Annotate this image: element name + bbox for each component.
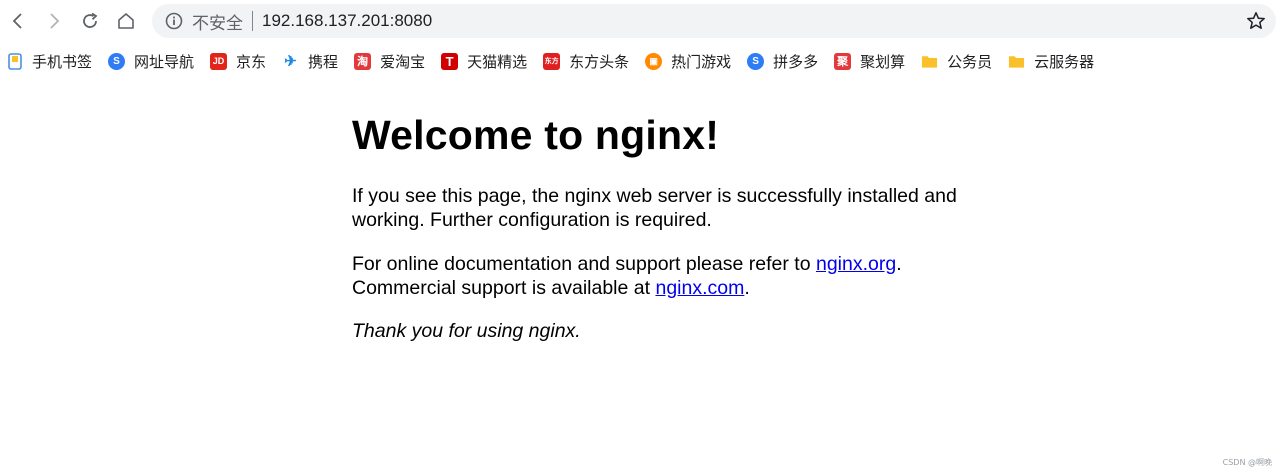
bookmark-label: 聚划算 — [860, 52, 906, 71]
bookmark-label: 云服务器 — [1034, 52, 1095, 71]
bookmark-jd[interactable]: JD 京东 — [206, 47, 270, 75]
reload-icon — [83, 12, 98, 28]
documentation-text: For online documentation and support ple… — [352, 253, 816, 275]
bookmark-phone[interactable]: 手机书签 — [2, 47, 96, 75]
info-icon[interactable] — [164, 11, 184, 31]
address-separator — [252, 11, 253, 31]
nginx-com-link[interactable]: nginx.com — [655, 277, 744, 299]
forward-button[interactable] — [36, 3, 72, 39]
tmall-icon: T — [441, 52, 459, 70]
period: . — [744, 277, 750, 299]
navigation-icon: S — [108, 52, 126, 70]
folder-icon — [921, 53, 938, 70]
bookmark-tmall[interactable]: T 天猫精选 — [437, 47, 531, 75]
back-button[interactable] — [0, 3, 36, 39]
page-title: Welcome to nginx! — [352, 112, 720, 158]
address-bar[interactable]: 不安全 192.168.137.201:8080 — [152, 4, 1276, 38]
bookmark-label: 热门游戏 — [671, 52, 732, 71]
page-content: Welcome to nginx! If you see this page, … — [352, 110, 992, 342]
intro-paragraph: If you see this page, the nginx web serv… — [352, 185, 957, 231]
thank-you-text: Thank you for using nginx. — [352, 320, 581, 342]
bookmark-label: 网址导航 — [134, 52, 195, 71]
bookmark-label: 京东 — [236, 52, 267, 71]
bookmark-games[interactable]: ▣ 热门游戏 — [641, 47, 735, 75]
pinduoduo-icon: S — [747, 52, 765, 70]
bookmark-label: 携程 — [308, 52, 339, 71]
chevron-left-icon — [12, 13, 22, 29]
bookmarks-bar: 手机书签 S 网址导航 JD 京东 ✈ 携程 淘 爱淘宝 T 天猫精选 东方 东… — [0, 46, 1280, 76]
bookmark-folder-gongwuyuan[interactable]: 公务员 — [917, 47, 996, 75]
browser-toolbar: 不安全 192.168.137.201:8080 — [0, 0, 1280, 42]
bookmark-navigation[interactable]: S 网址导航 — [104, 47, 198, 75]
chevron-right-icon — [50, 13, 60, 29]
folder-icon — [1008, 53, 1025, 70]
juhuasuan-icon: 聚 — [834, 52, 852, 70]
commercial-support-text: Commercial support is available at — [352, 277, 656, 299]
phone-bookmark-icon — [6, 52, 23, 70]
bookmark-pinduoduo[interactable]: S 拼多多 — [743, 47, 822, 75]
bookmark-ctrip[interactable]: ✈ 携程 — [278, 47, 342, 75]
dongfang-icon: 东方 — [543, 52, 561, 70]
taobao-icon: 淘 — [354, 52, 372, 70]
bookmark-dongfang[interactable]: 东方 东方头条 — [539, 47, 633, 75]
home-button[interactable] — [108, 3, 144, 39]
bookmark-juhuasuan[interactable]: 聚 聚划算 — [830, 47, 909, 75]
bookmark-label: 公务员 — [947, 52, 993, 71]
watermark: CSDN @啊晚 — [1222, 458, 1272, 467]
nginx-org-link[interactable]: nginx.org — [816, 253, 896, 275]
bookmark-label: 东方头条 — [569, 52, 630, 71]
game-icon: ▣ — [645, 52, 663, 70]
home-icon — [118, 13, 134, 29]
bookmark-label: 爱淘宝 — [380, 52, 426, 71]
documentation-paragraph: For online documentation and support ple… — [352, 252, 992, 300]
bookmark-label: 天猫精选 — [467, 52, 528, 71]
period: . — [896, 253, 902, 275]
jd-icon: JD — [210, 52, 228, 70]
bookmark-label: 手机书签 — [32, 52, 93, 71]
security-label[interactable]: 不安全 — [192, 9, 243, 34]
bookmark-label: 拼多多 — [773, 52, 819, 71]
bookmark-star-icon[interactable] — [1246, 11, 1266, 31]
url-text[interactable]: 192.168.137.201:8080 — [262, 11, 432, 31]
ctrip-icon: ✈ — [284, 53, 297, 70]
bookmark-folder-cloud-server[interactable]: 云服务器 — [1004, 47, 1098, 75]
bookmark-taobao[interactable]: 淘 爱淘宝 — [350, 47, 429, 75]
reload-button[interactable] — [72, 3, 108, 39]
